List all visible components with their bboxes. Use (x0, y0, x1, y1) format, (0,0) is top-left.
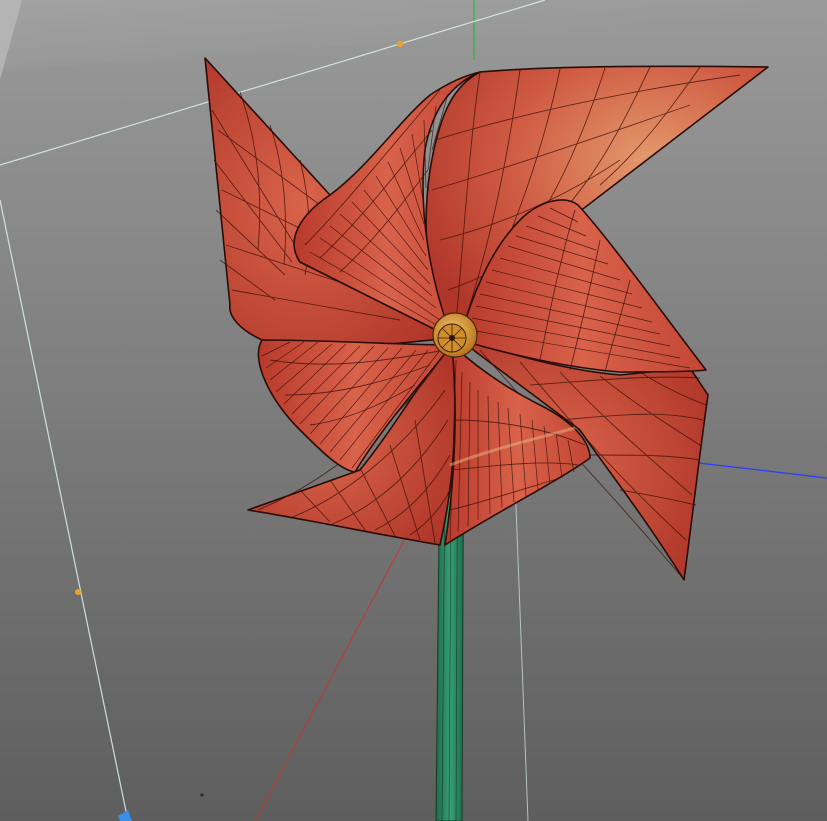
viewport-canvas[interactable] (0, 0, 827, 821)
hub-mesh[interactable] (432, 312, 478, 358)
3d-viewport[interactable] (0, 0, 827, 821)
guide-handle-top[interactable] (397, 41, 403, 47)
guide-handle-left[interactable] (75, 589, 81, 595)
viewport-dot (200, 793, 204, 797)
